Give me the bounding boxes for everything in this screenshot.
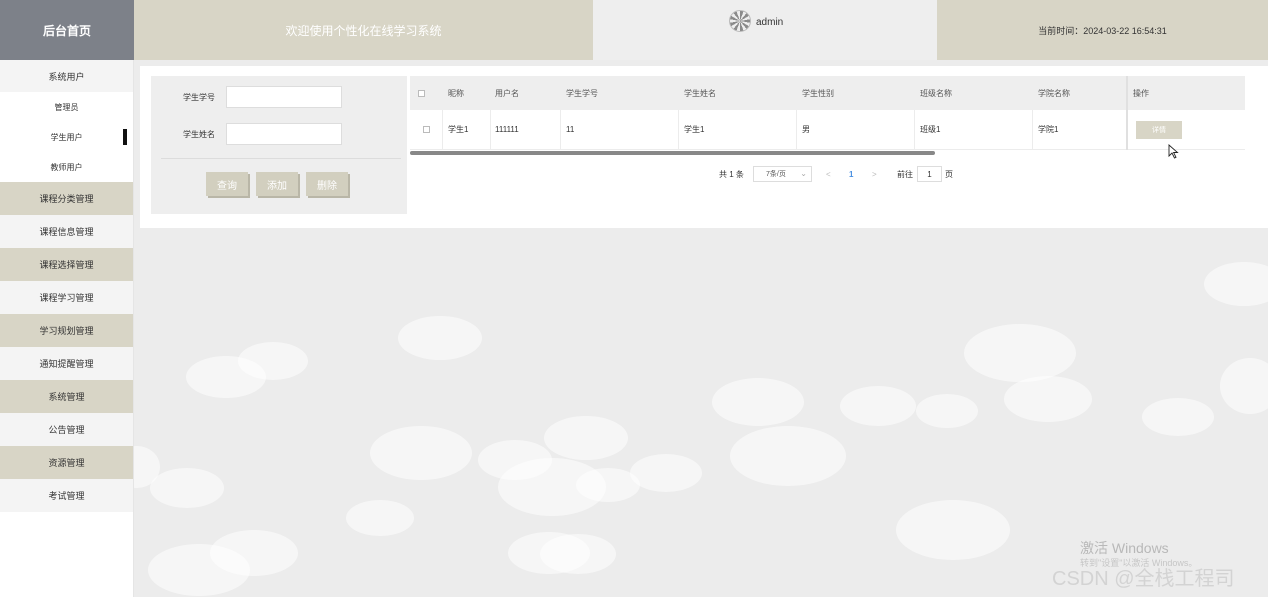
add-button[interactable]: 添加	[256, 172, 298, 196]
student-name-label: 学生姓名	[183, 130, 215, 139]
prev-page-button[interactable]: <	[826, 166, 831, 182]
sidebar-item-course-study[interactable]: 课程学习管理	[0, 281, 133, 314]
goto-page-input[interactable]: 1	[917, 166, 942, 182]
data-table: 昵称 用户名 学生学号 学生姓名 学生性别 班级名称 学院名称 操作 学生1 1…	[410, 76, 1245, 152]
sidebar-item-teacher-users[interactable]: 教师用户	[0, 152, 133, 182]
sidebar: 系统用户 管理员 学生用户 教师用户 课程分类管理 课程信息管理 课程选择管理 …	[0, 60, 134, 597]
goto-label: 前往	[897, 169, 913, 179]
pagination-total: 共 1 条	[719, 169, 744, 179]
page-size-select[interactable]: 7条/页 ⌄	[753, 166, 812, 182]
top-header: 后台首页 欢迎使用个性化在线学习系统 admin 当前时间：2024-03-22…	[0, 0, 1268, 60]
active-indicator	[123, 129, 127, 145]
page-suffix: 页	[945, 169, 953, 179]
column-header[interactable]: 学生性别	[802, 76, 918, 110]
column-header[interactable]: 用户名	[495, 76, 565, 110]
cell-username: 111111	[491, 110, 561, 149]
sidebar-item-notification[interactable]: 通知提醒管理	[0, 347, 133, 380]
sidebar-item-admin[interactable]: 管理员	[0, 92, 133, 122]
avatar[interactable]	[729, 10, 751, 32]
row-checkbox[interactable]	[422, 126, 430, 133]
username[interactable]: admin	[756, 17, 783, 28]
column-header[interactable]: 学生学号	[566, 76, 682, 110]
horizontal-scrollbar[interactable]	[410, 151, 935, 155]
sidebar-item-label: 学生用户	[50, 132, 83, 142]
sidebar-item-study-plan[interactable]: 学习规划管理	[0, 314, 133, 347]
student-no-input[interactable]	[226, 86, 342, 108]
page-size-value: 7条/页	[766, 171, 786, 178]
student-name-input[interactable]	[226, 123, 342, 145]
select-all-checkbox[interactable]	[418, 89, 425, 97]
windows-activation-title: 激活 Windows	[1080, 540, 1169, 556]
column-header[interactable]: 学生姓名	[684, 76, 800, 110]
column-header[interactable]: 班级名称	[920, 76, 1036, 110]
student-no-label: 学生学号	[183, 93, 215, 102]
cell-nickname: 学生1	[443, 110, 491, 149]
sidebar-item-student-users[interactable]: 学生用户	[0, 122, 133, 152]
sidebar-item-announcement[interactable]: 公告管理	[0, 413, 133, 446]
column-header[interactable]: 学院名称	[1038, 76, 1126, 110]
cell-actions: 详情	[1128, 110, 1245, 149]
page-number-current[interactable]: 1	[849, 166, 853, 182]
cell-class: 班级1	[915, 110, 1033, 149]
sidebar-item-course-info[interactable]: 课程信息管理	[0, 215, 133, 248]
welcome-banner: 欢迎使用个性化在线学习系统	[134, 0, 593, 60]
next-page-button[interactable]: >	[872, 166, 877, 182]
mouse-cursor-icon	[1168, 144, 1179, 159]
csdn-watermark: CSDN @全栈工程司	[1052, 568, 1235, 590]
select-all-cell	[418, 76, 438, 110]
column-header: 操作	[1133, 88, 1149, 98]
table-header: 昵称 用户名 学生学号 学生姓名 学生性别 班级名称 学院名称 操作	[410, 76, 1245, 110]
column-header[interactable]: 昵称	[448, 76, 496, 110]
chevron-down-icon: ⌄	[800, 169, 807, 178]
current-time: 当前时间：2024-03-22 16:54:31	[937, 0, 1268, 60]
cell-student-name: 学生1	[679, 110, 797, 149]
sidebar-item-system[interactable]: 系统管理	[0, 380, 133, 413]
sidebar-item-course-selection[interactable]: 课程选择管理	[0, 248, 133, 281]
cell-student-no: 11	[561, 110, 679, 149]
table-row: 学生1 111111 11 学生1 男 班级1 学院1 详情	[410, 110, 1245, 150]
sidebar-item-exam[interactable]: 考试管理	[0, 479, 133, 512]
sidebar-item-course-category[interactable]: 课程分类管理	[0, 182, 133, 215]
sidebar-group-system-users[interactable]: 系统用户	[0, 60, 133, 92]
cell-college: 学院1	[1033, 110, 1128, 149]
row-select-cell	[410, 110, 443, 149]
brand-title[interactable]: 后台首页	[0, 0, 134, 60]
divider	[161, 158, 401, 159]
detail-button[interactable]: 详情	[1136, 120, 1182, 139]
user-info: admin	[593, 0, 937, 60]
query-button[interactable]: 查询	[206, 172, 248, 196]
delete-button[interactable]: 删除	[306, 172, 348, 196]
cell-gender: 男	[797, 110, 915, 149]
sidebar-item-resource[interactable]: 资源管理	[0, 446, 133, 479]
fixed-column-shadow	[1126, 76, 1128, 150]
